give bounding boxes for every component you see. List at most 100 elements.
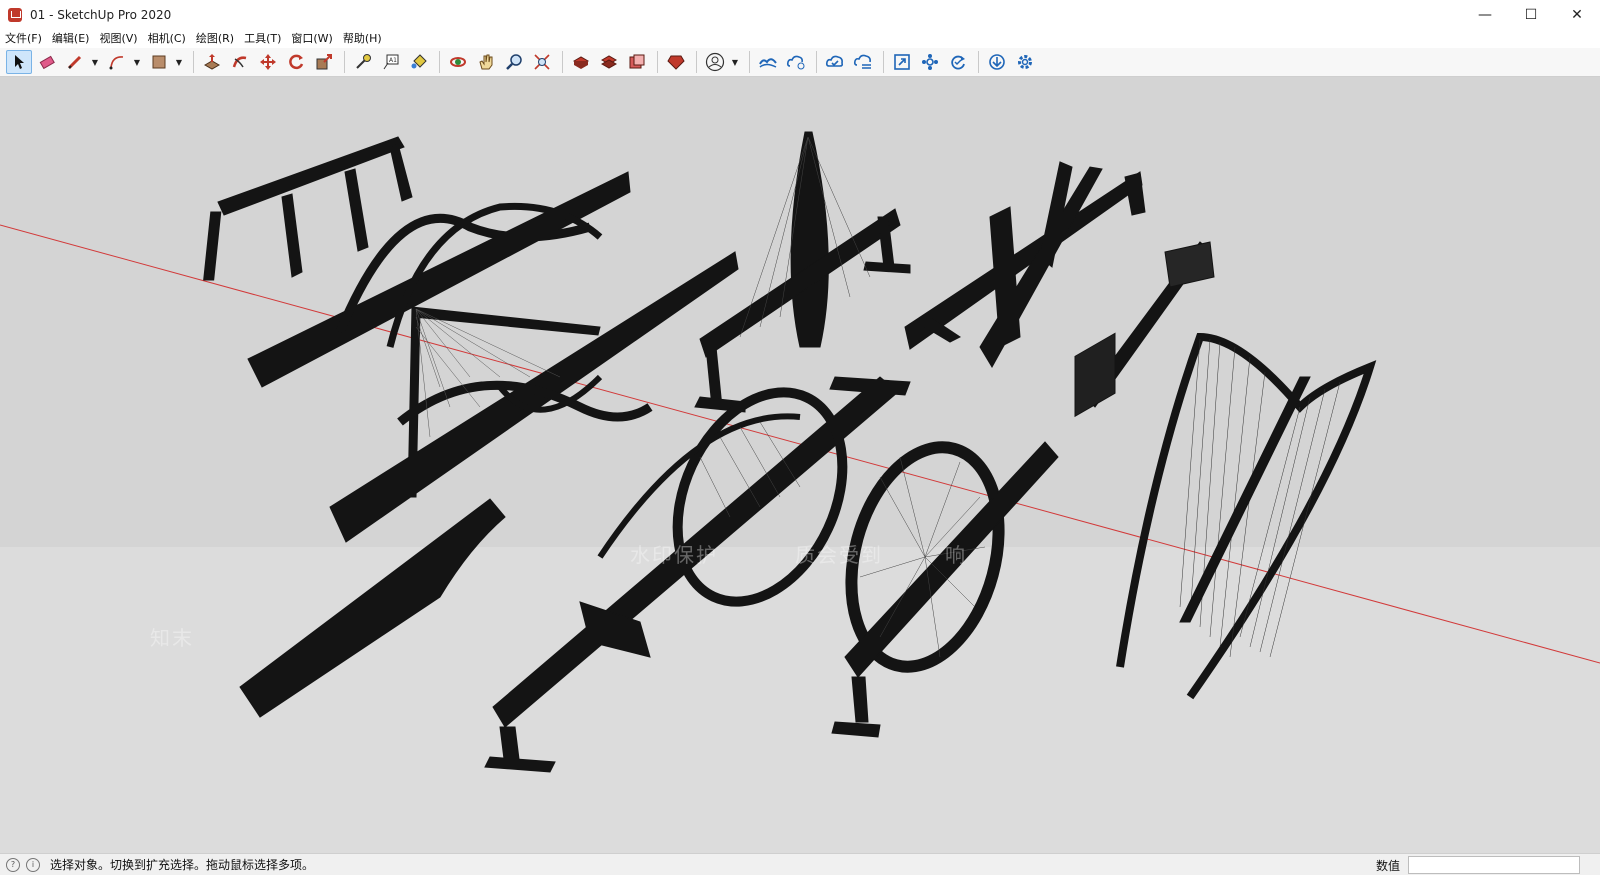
watermark-band bbox=[0, 547, 1600, 853]
follow-me-icon bbox=[232, 56, 247, 68]
tape-measure-icon bbox=[356, 54, 371, 69]
toolbar-separator bbox=[657, 51, 658, 73]
layout-icon bbox=[629, 54, 645, 69]
refresh-tool[interactable] bbox=[945, 50, 971, 74]
menu-bar: 文件(F) 编辑(E) 视图(V) 相机(C) 绘图(R) 工具(T) 窗口(W… bbox=[0, 29, 1600, 49]
tape-measure-tool[interactable] bbox=[350, 50, 376, 74]
ruby-console-tool[interactable] bbox=[663, 50, 689, 74]
paint-bucket-tool[interactable] bbox=[406, 50, 432, 74]
model-canvas[interactable] bbox=[0, 77, 1600, 853]
orbit-icon bbox=[450, 57, 466, 67]
follow-me-tool[interactable] bbox=[227, 50, 253, 74]
menu-tools[interactable]: 工具(T) bbox=[239, 29, 286, 49]
components-tool[interactable] bbox=[917, 50, 943, 74]
push-pull-tool[interactable] bbox=[199, 50, 225, 74]
download-icon bbox=[989, 54, 1005, 70]
sketchup-logo-icon bbox=[8, 8, 22, 22]
toolbar-separator bbox=[193, 51, 194, 73]
zoom-tool[interactable] bbox=[501, 50, 527, 74]
arc-tool[interactable] bbox=[104, 50, 130, 74]
warehouse-icon bbox=[572, 56, 590, 69]
download-tool[interactable] bbox=[984, 50, 1010, 74]
watermark-text-3: 响 bbox=[945, 543, 967, 567]
move-icon bbox=[260, 54, 276, 70]
zoom-extents-tool[interactable] bbox=[529, 50, 555, 74]
geolocation-icon[interactable]: ? bbox=[6, 857, 20, 872]
toolbar-separator bbox=[344, 51, 345, 73]
text-icon: A1 bbox=[383, 54, 399, 70]
eraser-tool[interactable] bbox=[34, 50, 60, 74]
cloud-share-tool[interactable] bbox=[783, 50, 809, 74]
menu-draw[interactable]: 绘图(R) bbox=[191, 29, 239, 49]
ruby-icon bbox=[667, 55, 685, 70]
watermark-text-2: 质会受到 bbox=[795, 543, 883, 567]
text-tool[interactable]: A1 bbox=[378, 50, 404, 74]
menu-camera[interactable]: 相机(C) bbox=[143, 29, 191, 49]
cursor-arrow-icon bbox=[15, 55, 24, 69]
cloud-share-icon bbox=[786, 55, 805, 70]
orbit-tool[interactable] bbox=[445, 50, 471, 74]
rectangle-tool[interactable] bbox=[146, 50, 172, 74]
rotate-icon bbox=[289, 54, 304, 70]
toolbar-separator bbox=[439, 51, 440, 73]
menu-edit[interactable]: 编辑(E) bbox=[47, 29, 95, 49]
rectangle-icon bbox=[152, 55, 166, 69]
menu-file[interactable]: 文件(F) bbox=[0, 29, 47, 49]
frame-tool[interactable] bbox=[889, 50, 915, 74]
status-message: 选择对象。切换到扩充选择。拖动鼠标选择多项。 bbox=[50, 858, 315, 872]
cloud-list-icon bbox=[853, 54, 871, 69]
move-tool[interactable] bbox=[255, 50, 281, 74]
arc-icon bbox=[109, 56, 124, 70]
model-viewport[interactable]: 水印保护 质会受到 响 知末 bbox=[0, 77, 1600, 853]
frame-icon bbox=[894, 54, 910, 70]
arc-dropdown[interactable]: ▼ bbox=[132, 58, 142, 67]
pan-tool[interactable] bbox=[473, 50, 499, 74]
gear-icon bbox=[1018, 55, 1032, 69]
scale-icon bbox=[316, 54, 332, 70]
user-profile-icon bbox=[705, 52, 725, 72]
main-toolbar: ▼ ▼ ▼ A1 ▼ bbox=[0, 48, 1600, 77]
info-icon[interactable]: i bbox=[26, 857, 40, 872]
settings-tool[interactable] bbox=[1012, 50, 1038, 74]
cloud-sync-icon bbox=[759, 58, 777, 68]
extension-warehouse-icon bbox=[600, 55, 618, 69]
cloud-check-icon bbox=[825, 55, 844, 67]
eraser-icon bbox=[39, 55, 55, 70]
measurements-label: 数值 bbox=[1375, 859, 1400, 873]
push-pull-icon bbox=[203, 54, 221, 70]
minimize-button[interactable]: — bbox=[1462, 0, 1508, 30]
components-icon bbox=[922, 54, 938, 70]
toolbar-separator bbox=[696, 51, 697, 73]
warehouse-tool[interactable] bbox=[568, 50, 594, 74]
menu-help[interactable]: 帮助(H) bbox=[338, 29, 387, 49]
cloud-upload-tool[interactable] bbox=[822, 50, 848, 74]
rectangle-dropdown[interactable]: ▼ bbox=[174, 58, 184, 67]
toolbar-separator bbox=[978, 51, 979, 73]
pencil-tool[interactable] bbox=[62, 50, 88, 74]
svg-text:A1: A1 bbox=[389, 57, 397, 64]
magnifier-icon bbox=[506, 54, 522, 70]
pencil-icon bbox=[67, 55, 82, 70]
profile-dropdown[interactable]: ▼ bbox=[730, 58, 740, 67]
close-button[interactable]: ✕ bbox=[1554, 0, 1600, 30]
profile-tool[interactable] bbox=[702, 50, 728, 74]
measurements-input[interactable] bbox=[1408, 856, 1580, 874]
pencil-dropdown[interactable]: ▼ bbox=[90, 58, 100, 67]
menu-window[interactable]: 窗口(W) bbox=[286, 29, 337, 49]
window-controls: — ☐ ✕ bbox=[1462, 0, 1600, 30]
toolbar-separator bbox=[883, 51, 884, 73]
extension-warehouse-tool[interactable] bbox=[596, 50, 622, 74]
cloud-list-tool[interactable] bbox=[850, 50, 876, 74]
bridge-model-cable-stayed[interactable] bbox=[247, 171, 739, 543]
rotate-tool[interactable] bbox=[283, 50, 309, 74]
bridge-model-truss[interactable] bbox=[1074, 241, 1215, 418]
select-tool[interactable] bbox=[6, 50, 32, 74]
menu-view[interactable]: 视图(V) bbox=[94, 29, 142, 49]
layout-tool[interactable] bbox=[624, 50, 650, 74]
toolbar-separator bbox=[749, 51, 750, 73]
scale-tool[interactable] bbox=[311, 50, 337, 74]
watermark-text: 水印保护 bbox=[630, 543, 718, 567]
refresh-icon bbox=[951, 55, 965, 70]
cloud-sync-tool[interactable] bbox=[755, 50, 781, 74]
maximize-button[interactable]: ☐ bbox=[1508, 0, 1554, 30]
